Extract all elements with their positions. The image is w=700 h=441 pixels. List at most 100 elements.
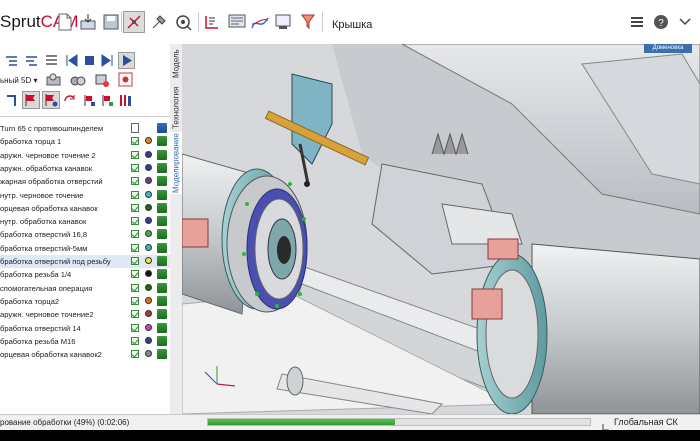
menu-icon[interactable]	[626, 11, 648, 33]
coordinate-system-label[interactable]: Глобальная СК	[614, 417, 678, 427]
list-item[interactable]: жарная обработка отверстий	[0, 175, 170, 188]
list-item[interactable]: нутр. черновое точение	[0, 189, 170, 202]
dropdown-icon[interactable]	[674, 11, 696, 33]
list-item[interactable]: бработка торца2	[0, 295, 170, 308]
save-icon[interactable]	[100, 11, 122, 33]
list-item[interactable]: орцевая обработка канавок2	[0, 348, 170, 361]
enabled-checkbox[interactable]	[131, 296, 139, 305]
enabled-checkbox[interactable]	[131, 137, 139, 146]
enabled-checkbox[interactable]	[131, 203, 139, 212]
measure-icon[interactable]	[172, 11, 194, 33]
operation-name: нутр. обработка канавок	[0, 217, 87, 227]
machine-icon	[157, 242, 167, 253]
color-dot-icon	[145, 323, 152, 331]
fixture-icon[interactable]	[94, 72, 109, 87]
list-item[interactable]: аружн. обработка канавок	[0, 162, 170, 175]
nc-export-icon[interactable]	[273, 11, 295, 33]
enabled-checkbox[interactable]	[131, 230, 139, 239]
operation-name: аружн. черновое точение2	[0, 310, 94, 320]
skip-back-icon[interactable]	[64, 53, 79, 68]
enabled-checkbox[interactable]	[131, 336, 139, 345]
help-icon[interactable]: ?	[650, 11, 672, 33]
enabled-checkbox[interactable]	[131, 190, 139, 199]
list-item[interactable]: бработка резьба М16	[0, 335, 170, 348]
chart-icon[interactable]	[249, 11, 271, 33]
import-icon[interactable]	[77, 11, 99, 33]
list-item[interactable]: бработка отверстий под резьбу	[0, 255, 170, 268]
list-item[interactable]: бработка отверстий 16,8	[0, 228, 170, 241]
3d-viewport[interactable]: Доменовка	[182, 44, 700, 414]
enabled-checkbox[interactable]	[131, 217, 139, 226]
list-icon[interactable]	[44, 53, 59, 68]
color-dot-icon	[145, 310, 152, 318]
target-icon[interactable]	[118, 72, 133, 87]
list-item[interactable]: спомогательная операция	[0, 282, 170, 295]
list-item[interactable]: бработка резьба 1/4	[0, 268, 170, 281]
new-file-icon[interactable]	[54, 11, 76, 33]
insert-before-icon[interactable]	[4, 53, 19, 68]
filter-icon[interactable]	[297, 11, 319, 33]
list-item[interactable]: бработка отверстий-5мм	[0, 242, 170, 255]
color-dot-icon	[145, 150, 152, 158]
coordinate-system-icon[interactable]	[602, 418, 610, 430]
tool-icon[interactable]	[148, 11, 170, 33]
mark-b-icon[interactable]	[100, 93, 115, 108]
enabled-checkbox[interactable]	[131, 310, 139, 319]
enabled-checkbox[interactable]	[131, 243, 139, 252]
mark-a-icon[interactable]	[82, 93, 97, 108]
list-item[interactable]: аружн. черновое точение2	[0, 308, 170, 321]
color-dot-icon	[145, 336, 152, 344]
stop-icon[interactable]	[82, 53, 97, 68]
tab-technology[interactable]: Технология	[170, 84, 182, 132]
tab-simulation[interactable]: Моделирование	[170, 132, 182, 194]
enabled-checkbox[interactable]	[131, 163, 139, 172]
enabled-checkbox[interactable]	[131, 283, 139, 292]
machine-icon	[157, 202, 167, 213]
view-mode-label[interactable]: Доменовка	[644, 44, 692, 53]
workpiece-icon[interactable]	[70, 72, 86, 87]
flag-tool-icon[interactable]	[42, 91, 60, 109]
progress-fill	[208, 419, 396, 425]
color-dot-icon	[145, 270, 152, 278]
list-item[interactable]: орцевая обработка канавок	[0, 202, 170, 215]
mark-c-icon[interactable]	[118, 93, 133, 108]
machine-mode-icon[interactable]	[123, 11, 145, 33]
enabled-checkbox[interactable]	[131, 177, 139, 186]
play-button[interactable]	[118, 52, 135, 69]
machine-icon	[157, 309, 167, 320]
operation-name: жарная обработка отверстий	[0, 177, 103, 187]
machine-icon	[157, 136, 167, 147]
top-toolbar: SprutCAM	[0, 0, 700, 45]
machine-simulation-scene	[182, 44, 700, 414]
machine-selector[interactable]: ьный 5D ▾	[0, 76, 38, 85]
color-dot-icon	[145, 243, 152, 251]
color-dot-icon	[145, 203, 152, 211]
color-dot-icon	[145, 137, 152, 145]
report-icon[interactable]	[201, 11, 223, 33]
simulation-progress-bar	[207, 418, 591, 426]
enabled-checkbox[interactable]	[131, 270, 139, 279]
setup-icon[interactable]	[46, 72, 61, 87]
skip-forward-icon[interactable]	[100, 53, 115, 68]
enabled-checkbox[interactable]	[131, 257, 139, 265]
grid-icon[interactable]	[226, 11, 248, 33]
enabled-checkbox[interactable]	[131, 350, 139, 359]
enabled-checkbox[interactable]	[131, 150, 139, 159]
tab-model[interactable]: Модель	[170, 44, 182, 84]
list-item[interactable]: нутр. обработка канавок	[0, 215, 170, 228]
color-dot-icon	[145, 283, 152, 291]
rotate-icon[interactable]	[62, 93, 77, 108]
document-icon	[131, 123, 139, 133]
color-dot-icon	[145, 230, 152, 238]
list-item[interactable]: аружн. черновое точение 2	[0, 149, 170, 162]
enabled-checkbox[interactable]	[131, 323, 139, 332]
machine-icon	[157, 349, 167, 360]
insert-after-icon[interactable]	[24, 53, 39, 68]
flag-red-icon[interactable]	[22, 91, 40, 109]
bracket-icon[interactable]	[4, 93, 19, 108]
list-item[interactable]: бработка отверстий 14	[0, 322, 170, 335]
color-dot-icon	[145, 217, 152, 225]
color-dot-icon	[145, 177, 152, 185]
list-item-root[interactable]: Turn 65 с противошпинделем	[0, 122, 170, 135]
list-item[interactable]: бработка торца 1	[0, 135, 170, 148]
